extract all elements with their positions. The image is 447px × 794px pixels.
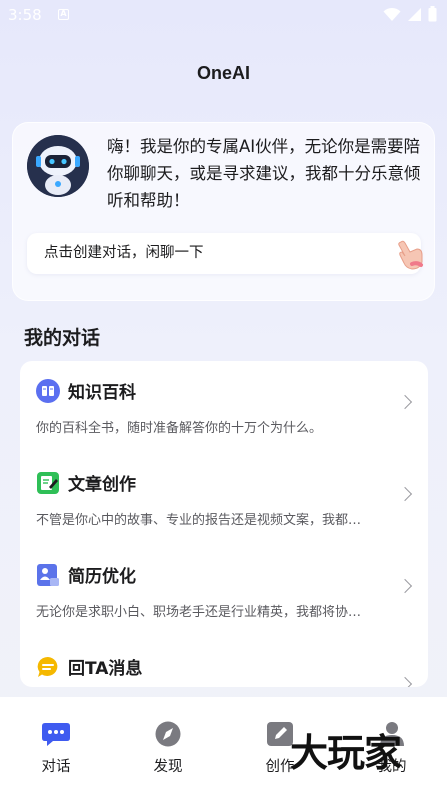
compass-icon: [153, 721, 183, 747]
nav-tab-chat[interactable]: 对话: [16, 721, 96, 776]
start-chat-label: 点击创建对话，闲聊一下: [44, 245, 204, 261]
book-icon: [36, 379, 60, 403]
item-title: 知识百科: [68, 383, 136, 403]
status-bar: 3:58 A: [0, 0, 447, 30]
start-chat-button[interactable]: 点击创建对话，闲聊一下: [27, 233, 423, 274]
section-title: 我的对话: [24, 327, 101, 349]
battery-icon: [428, 6, 437, 26]
notification-icon: A: [58, 9, 69, 20]
chevron-right-icon: [397, 486, 413, 502]
signal-icon: [407, 7, 422, 26]
chevron-right-icon: [397, 394, 413, 410]
edit-document-icon: [36, 471, 60, 495]
item-desc: 你的百科全书，随时准备解答你的十万个为什么。: [36, 421, 323, 436]
list-item-article[interactable]: 文章创作 不管是你心中的故事、专业的报告还是视频文案，我都…: [20, 453, 428, 545]
app-title: OneAI: [196, 63, 250, 83]
pointing-hand-icon: [395, 238, 425, 285]
nav-tab-discover[interactable]: 发现: [128, 721, 208, 776]
nav-label: 对话: [41, 759, 71, 775]
welcome-message: 嗨！我是你的专属AI伙伴，无论你是需要陪你聊聊天，或是寻求建议，我都十分乐意倾听…: [107, 137, 421, 210]
chevron-right-icon: [397, 578, 413, 594]
list-item-knowledge[interactable]: 知识百科 你的百科全书，随时准备解答你的十万个为什么。: [20, 361, 428, 453]
robot-avatar: [27, 135, 89, 197]
wifi-icon: [383, 7, 401, 26]
status-time: 3:58: [8, 6, 42, 24]
status-icons: [383, 6, 437, 26]
list-item-resume[interactable]: 简历优化 无论你是求职小白、职场老手还是行业精英，我都将协…: [20, 545, 428, 637]
item-title: 简历优化: [68, 567, 136, 587]
item-title: 文章创作: [68, 475, 136, 495]
list-item-reply[interactable]: 回TA消息: [20, 637, 428, 687]
nav-label: 发现: [153, 759, 183, 775]
message-icon: [36, 655, 60, 679]
welcome-card: 嗨！我是你的专属AI伙伴，无论你是需要陪你聊聊天，或是寻求建议，我都十分乐意倾听…: [12, 122, 435, 301]
conversation-list: 知识百科 你的百科全书，随时准备解答你的十万个为什么。 文章创作 不管是你心中的…: [20, 361, 428, 687]
chat-icon: [41, 721, 71, 747]
resume-icon: [36, 563, 60, 587]
chevron-right-icon: [397, 676, 413, 687]
item-desc: 不管是你心中的故事、专业的报告还是视频文案，我都…: [36, 513, 362, 528]
item-title: 回TA消息: [68, 659, 143, 679]
watermark-logo: 大玩家: [290, 730, 402, 775]
item-desc: 无论你是求职小白、职场老手还是行业精英，我都将协…: [36, 605, 362, 620]
